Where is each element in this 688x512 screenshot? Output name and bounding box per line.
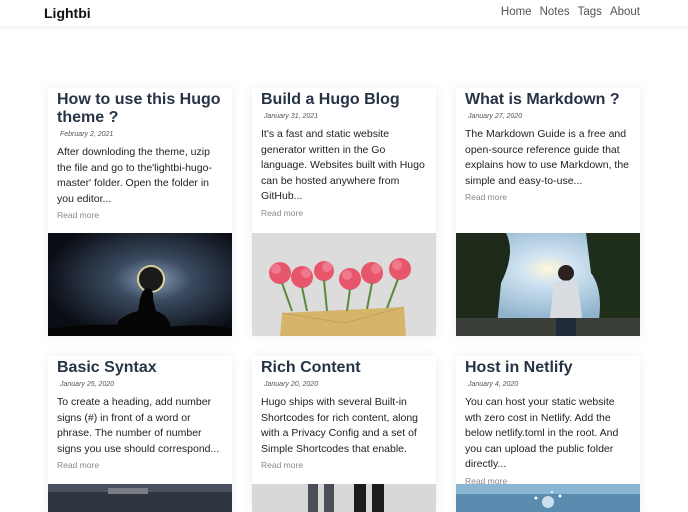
- silhouette-moon-image[interactable]: [48, 233, 232, 336]
- post-excerpt: After downloding the theme, uzip the fil…: [57, 146, 212, 205]
- post-card: Basic Syntax January 25, 2020 To create …: [48, 356, 232, 512]
- people-legs-image[interactable]: [252, 484, 436, 512]
- post-excerpt: It's a fast and static website generator…: [261, 128, 425, 202]
- post-date: January 20, 2020: [264, 381, 319, 388]
- site-brand[interactable]: Lightbi: [44, 5, 91, 21]
- post-date: January 27, 2020: [468, 113, 523, 120]
- post-card: Build a Hugo Blog January 31, 2021 It's …: [252, 88, 436, 336]
- post-excerpt: The Markdown Guide is a free and open-so…: [465, 128, 630, 187]
- post-title[interactable]: Rich Content: [261, 359, 427, 377]
- post-title[interactable]: Build a Hugo Blog: [261, 91, 427, 109]
- post-excerpt: You can host your static website wth zer…: [465, 396, 619, 470]
- read-more-link[interactable]: Read more: [57, 459, 223, 471]
- read-more-link[interactable]: Read more: [57, 209, 223, 221]
- post-date: January 31, 2021: [264, 113, 319, 120]
- blue-sparkle-image[interactable]: [456, 484, 640, 512]
- read-more-link[interactable]: Read more: [465, 191, 631, 203]
- post-date: February 2, 2021: [60, 131, 114, 138]
- post-title[interactable]: Basic Syntax: [57, 359, 223, 377]
- pink-flowers-envelope-image[interactable]: [252, 233, 436, 336]
- nav-notes[interactable]: Notes: [540, 6, 570, 18]
- post-excerpt: Hugo ships with several Built-in Shortco…: [261, 396, 419, 455]
- main-nav: Home Notes Tags About: [501, 6, 640, 18]
- navbar: Lightbi Home Notes Tags About: [0, 0, 688, 26]
- post-card: Host in Netlify January 4, 2020 You can …: [456, 356, 640, 512]
- dark-landscape-image[interactable]: [48, 484, 232, 512]
- post-title[interactable]: What is Markdown ?: [465, 91, 631, 109]
- post-card: How to use this Hugo theme ? February 2,…: [48, 88, 232, 336]
- post-title[interactable]: How to use this Hugo theme ?: [57, 91, 223, 127]
- read-more-link[interactable]: Read more: [261, 207, 427, 219]
- post-card: Rich Content January 20, 2020 Hugo ships…: [252, 356, 436, 512]
- nav-home[interactable]: Home: [501, 6, 532, 18]
- person-sunset-park-image[interactable]: [456, 233, 640, 336]
- read-more-link[interactable]: Read more: [261, 459, 427, 471]
- nav-tags[interactable]: Tags: [578, 6, 602, 18]
- post-date: January 4, 2020: [468, 381, 519, 388]
- post-date: January 25, 2020: [60, 381, 115, 388]
- post-card: What is Markdown ? January 27, 2020 The …: [456, 88, 640, 336]
- post-excerpt: To create a heading, add number signs (#…: [57, 396, 220, 455]
- nav-about[interactable]: About: [610, 6, 640, 18]
- post-title[interactable]: Host in Netlify: [465, 359, 631, 377]
